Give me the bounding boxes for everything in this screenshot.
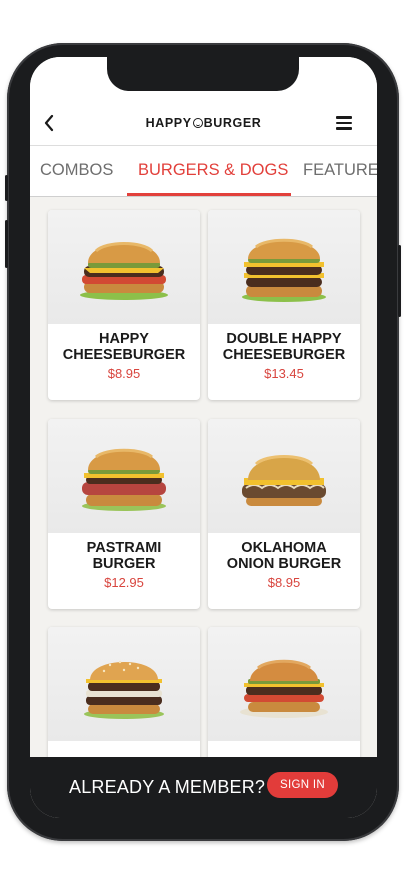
happy-burger-logo[interactable]: HAPPY BURGER [30,116,377,130]
member-footer: ALREADY A MEMBER? SIGN IN [30,757,377,818]
menu-item-card[interactable]: PASTRAMI BURGER $12.95 [48,419,200,609]
burger-image [208,627,360,741]
cheeseburger-image [80,242,168,300]
phone-side-button [398,245,401,317]
tab-combos[interactable]: COMBOS [40,146,113,196]
menu-item-price: $12.95 [104,575,144,590]
burger-image [48,419,200,533]
menu-item-name: HAPPY CHEESEBURGER [62,331,186,363]
burger-image [48,210,200,324]
pastrami-burger-image [82,448,166,511]
menu-item-card[interactable]: OKLAHOMA ONION BURGER $8.95 [208,419,360,609]
phone-side-button [5,220,8,268]
menu-item-card[interactable] [48,627,200,758]
category-tabs: COMBOS BURGERS & DOGS FEATURE [30,145,377,197]
menu-item-card[interactable] [208,627,360,758]
menu-item-price: $8.95 [107,366,141,381]
menu-item-name: OKLAHOMA ONION BURGER [226,540,342,572]
member-prompt: ALREADY A MEMBER? [69,777,266,797]
sesame-burger-image [84,660,164,719]
menu-grid: HAPPY CHEESEBURGER $8.95 DOUBLE HAPPY CH… [30,198,377,758]
tab-burgers-and-dogs[interactable]: BURGERS & DOGS [138,146,288,196]
phone-side-button [5,175,8,201]
burger-image [208,210,360,324]
sign-in-button[interactable]: SIGN IN [267,772,338,798]
menu-item-price: $13.45 [264,366,304,381]
active-tab-indicator [127,193,291,196]
app-screen: HAPPY BURGER COMBOS BURGERS & DOGS FEATUR… [30,57,377,818]
burger-image [208,419,360,533]
phone-notch [107,57,299,91]
logo-text-right: BURGER [203,116,262,130]
smiley-logo-icon [192,118,203,128]
double-cheeseburger-image [242,238,326,302]
menu-item-card[interactable]: HAPPY CHEESEBURGER $8.95 [48,210,200,400]
hamburger-menu-icon[interactable] [336,116,352,130]
menu-item-card[interactable]: DOUBLE HAPPY CHEESEBURGER $13.45 [208,210,360,400]
classic-burger-image [240,659,328,718]
logo-text-left: HAPPY [145,116,192,130]
burger-image [48,627,200,741]
onion-burger-image [242,455,326,506]
menu-item-price: $8.95 [267,575,301,590]
menu-item-name: PASTRAMI BURGER [86,540,162,572]
menu-item-name: DOUBLE HAPPY CHEESEBURGER [222,331,346,363]
tab-features[interactable]: FEATURE [303,146,377,196]
